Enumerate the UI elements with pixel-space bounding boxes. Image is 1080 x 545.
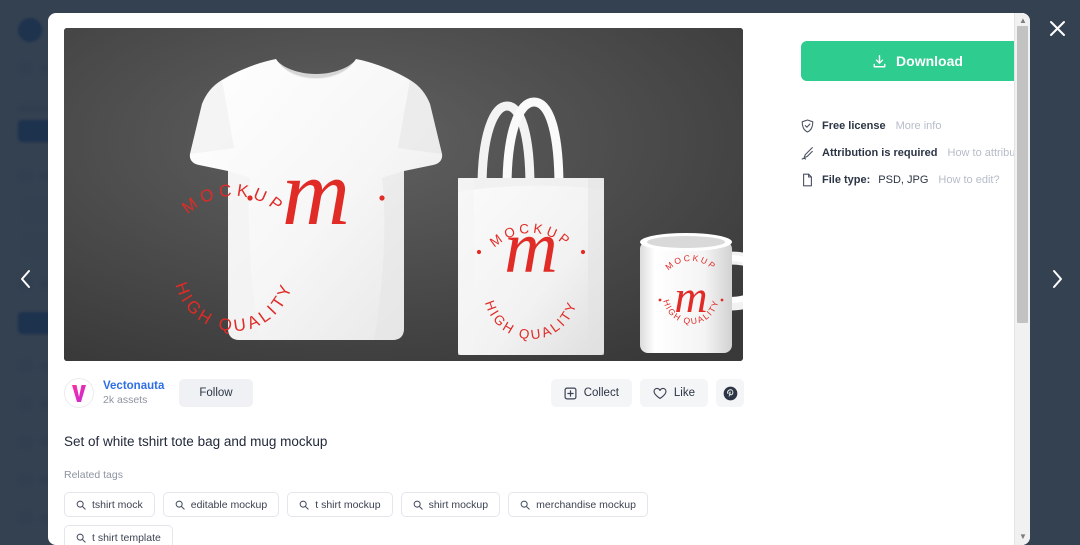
scroll-down-arrow-icon[interactable]: ▼ <box>1015 529 1030 543</box>
asset-action-buttons: Collect Like <box>550 379 744 407</box>
close-modal-button[interactable] <box>1044 18 1070 44</box>
license-row-free: Free license More info <box>801 119 1030 133</box>
tag-pill[interactable]: editable mockup <box>162 492 280 517</box>
signature-pen-icon <box>801 146 814 160</box>
author-meta: Vectonauta 2k assets <box>103 379 164 408</box>
tag-label: editable mockup <box>190 498 268 511</box>
download-icon <box>872 54 887 69</box>
related-tags-list: tshirt mock editable mockup t shirt mock… <box>64 492 744 545</box>
tag-label: shirt mockup <box>428 498 489 511</box>
search-icon <box>413 500 423 510</box>
search-icon <box>299 500 309 510</box>
download-label: Download <box>896 53 963 69</box>
author-name-link[interactable]: Vectonauta <box>103 379 164 393</box>
asset-title: Set of white tshirt tote bag and mug moc… <box>64 434 328 449</box>
search-icon <box>76 500 86 510</box>
svg-text:m: m <box>504 207 557 289</box>
more-info-link[interactable]: More info <box>896 120 942 132</box>
like-label: Like <box>673 387 695 399</box>
author-asset-count: 2k assets <box>103 394 148 407</box>
asset-content-column: m MOCKUP HIGH QUALITY m MOCKUP HIGH QUAL… <box>64 28 744 545</box>
tag-pill[interactable]: t shirt mockup <box>287 492 393 517</box>
tag-pill[interactable]: t shirt template <box>64 525 173 545</box>
search-icon <box>520 500 530 510</box>
scrollbar-thumb[interactable] <box>1017 26 1028 323</box>
tag-pill[interactable]: merchandise mockup <box>508 492 648 517</box>
previous-asset-button[interactable] <box>8 262 42 296</box>
mockup-illustration: m MOCKUP HIGH QUALITY m MOCKUP HIGH QUAL… <box>64 28 743 361</box>
asset-preview-image[interactable]: m MOCKUP HIGH QUALITY m MOCKUP HIGH QUAL… <box>64 28 743 361</box>
modal-body: m MOCKUP HIGH QUALITY m MOCKUP HIGH QUAL… <box>48 13 1030 545</box>
file-icon <box>801 173 814 187</box>
license-value: PSD, JPG <box>878 174 929 186</box>
svg-text:m: m <box>282 141 350 245</box>
download-panel: Download Free license More info Attribut… <box>801 41 1030 187</box>
heart-icon <box>653 387 667 400</box>
close-icon <box>1049 20 1066 42</box>
tag-label: t shirt mockup <box>315 498 381 511</box>
download-button[interactable]: Download <box>801 41 1030 81</box>
tag-pill[interactable]: shirt mockup <box>400 492 501 517</box>
license-row-filetype: File type: PSD, JPG How to edit? <box>801 173 1030 187</box>
tag-label: t shirt template <box>92 531 161 544</box>
license-label: Attribution is required <box>822 147 938 159</box>
tag-label: merchandise mockup <box>536 498 636 511</box>
author-row: Vectonauta 2k assets Follow Collect Like <box>64 374 744 412</box>
vectonauta-logo-icon <box>65 379 93 407</box>
avatar[interactable] <box>64 378 94 408</box>
next-asset-button[interactable] <box>1040 262 1074 296</box>
license-label: File type: <box>822 174 871 186</box>
follow-button[interactable]: Follow <box>179 379 253 407</box>
collect-label: Collect <box>583 387 619 399</box>
like-button[interactable]: Like <box>639 379 708 407</box>
license-info-list: Free license More info Attribution is re… <box>801 119 1030 187</box>
license-label: Free license <box>822 120 886 132</box>
collect-icon <box>564 387 577 400</box>
search-icon <box>175 500 185 510</box>
mug-mockup: m MOCKUP HIGH QUALITY <box>640 233 743 353</box>
collect-button[interactable]: Collect <box>550 379 632 407</box>
shield-check-icon <box>801 119 814 133</box>
modal-scrollbar[interactable]: ▲ ▼ <box>1014 13 1030 545</box>
scroll-up-arrow-icon[interactable]: ▲ <box>1015 13 1030 27</box>
related-tags-label: Related tags <box>64 469 123 481</box>
pinterest-save-button[interactable] <box>716 379 744 407</box>
how-to-edit-link[interactable]: How to edit? <box>938 174 999 186</box>
asset-detail-modal: m MOCKUP HIGH QUALITY m MOCKUP HIGH QUAL… <box>48 13 1030 545</box>
tag-label: tshirt mock <box>92 498 143 511</box>
chevron-left-icon <box>18 268 33 290</box>
license-row-attribution: Attribution is required How to attribute… <box>801 146 1030 160</box>
pinterest-icon <box>723 386 738 401</box>
search-icon <box>76 533 86 543</box>
tag-pill[interactable]: tshirt mock <box>64 492 155 517</box>
chevron-right-icon <box>1050 268 1065 290</box>
